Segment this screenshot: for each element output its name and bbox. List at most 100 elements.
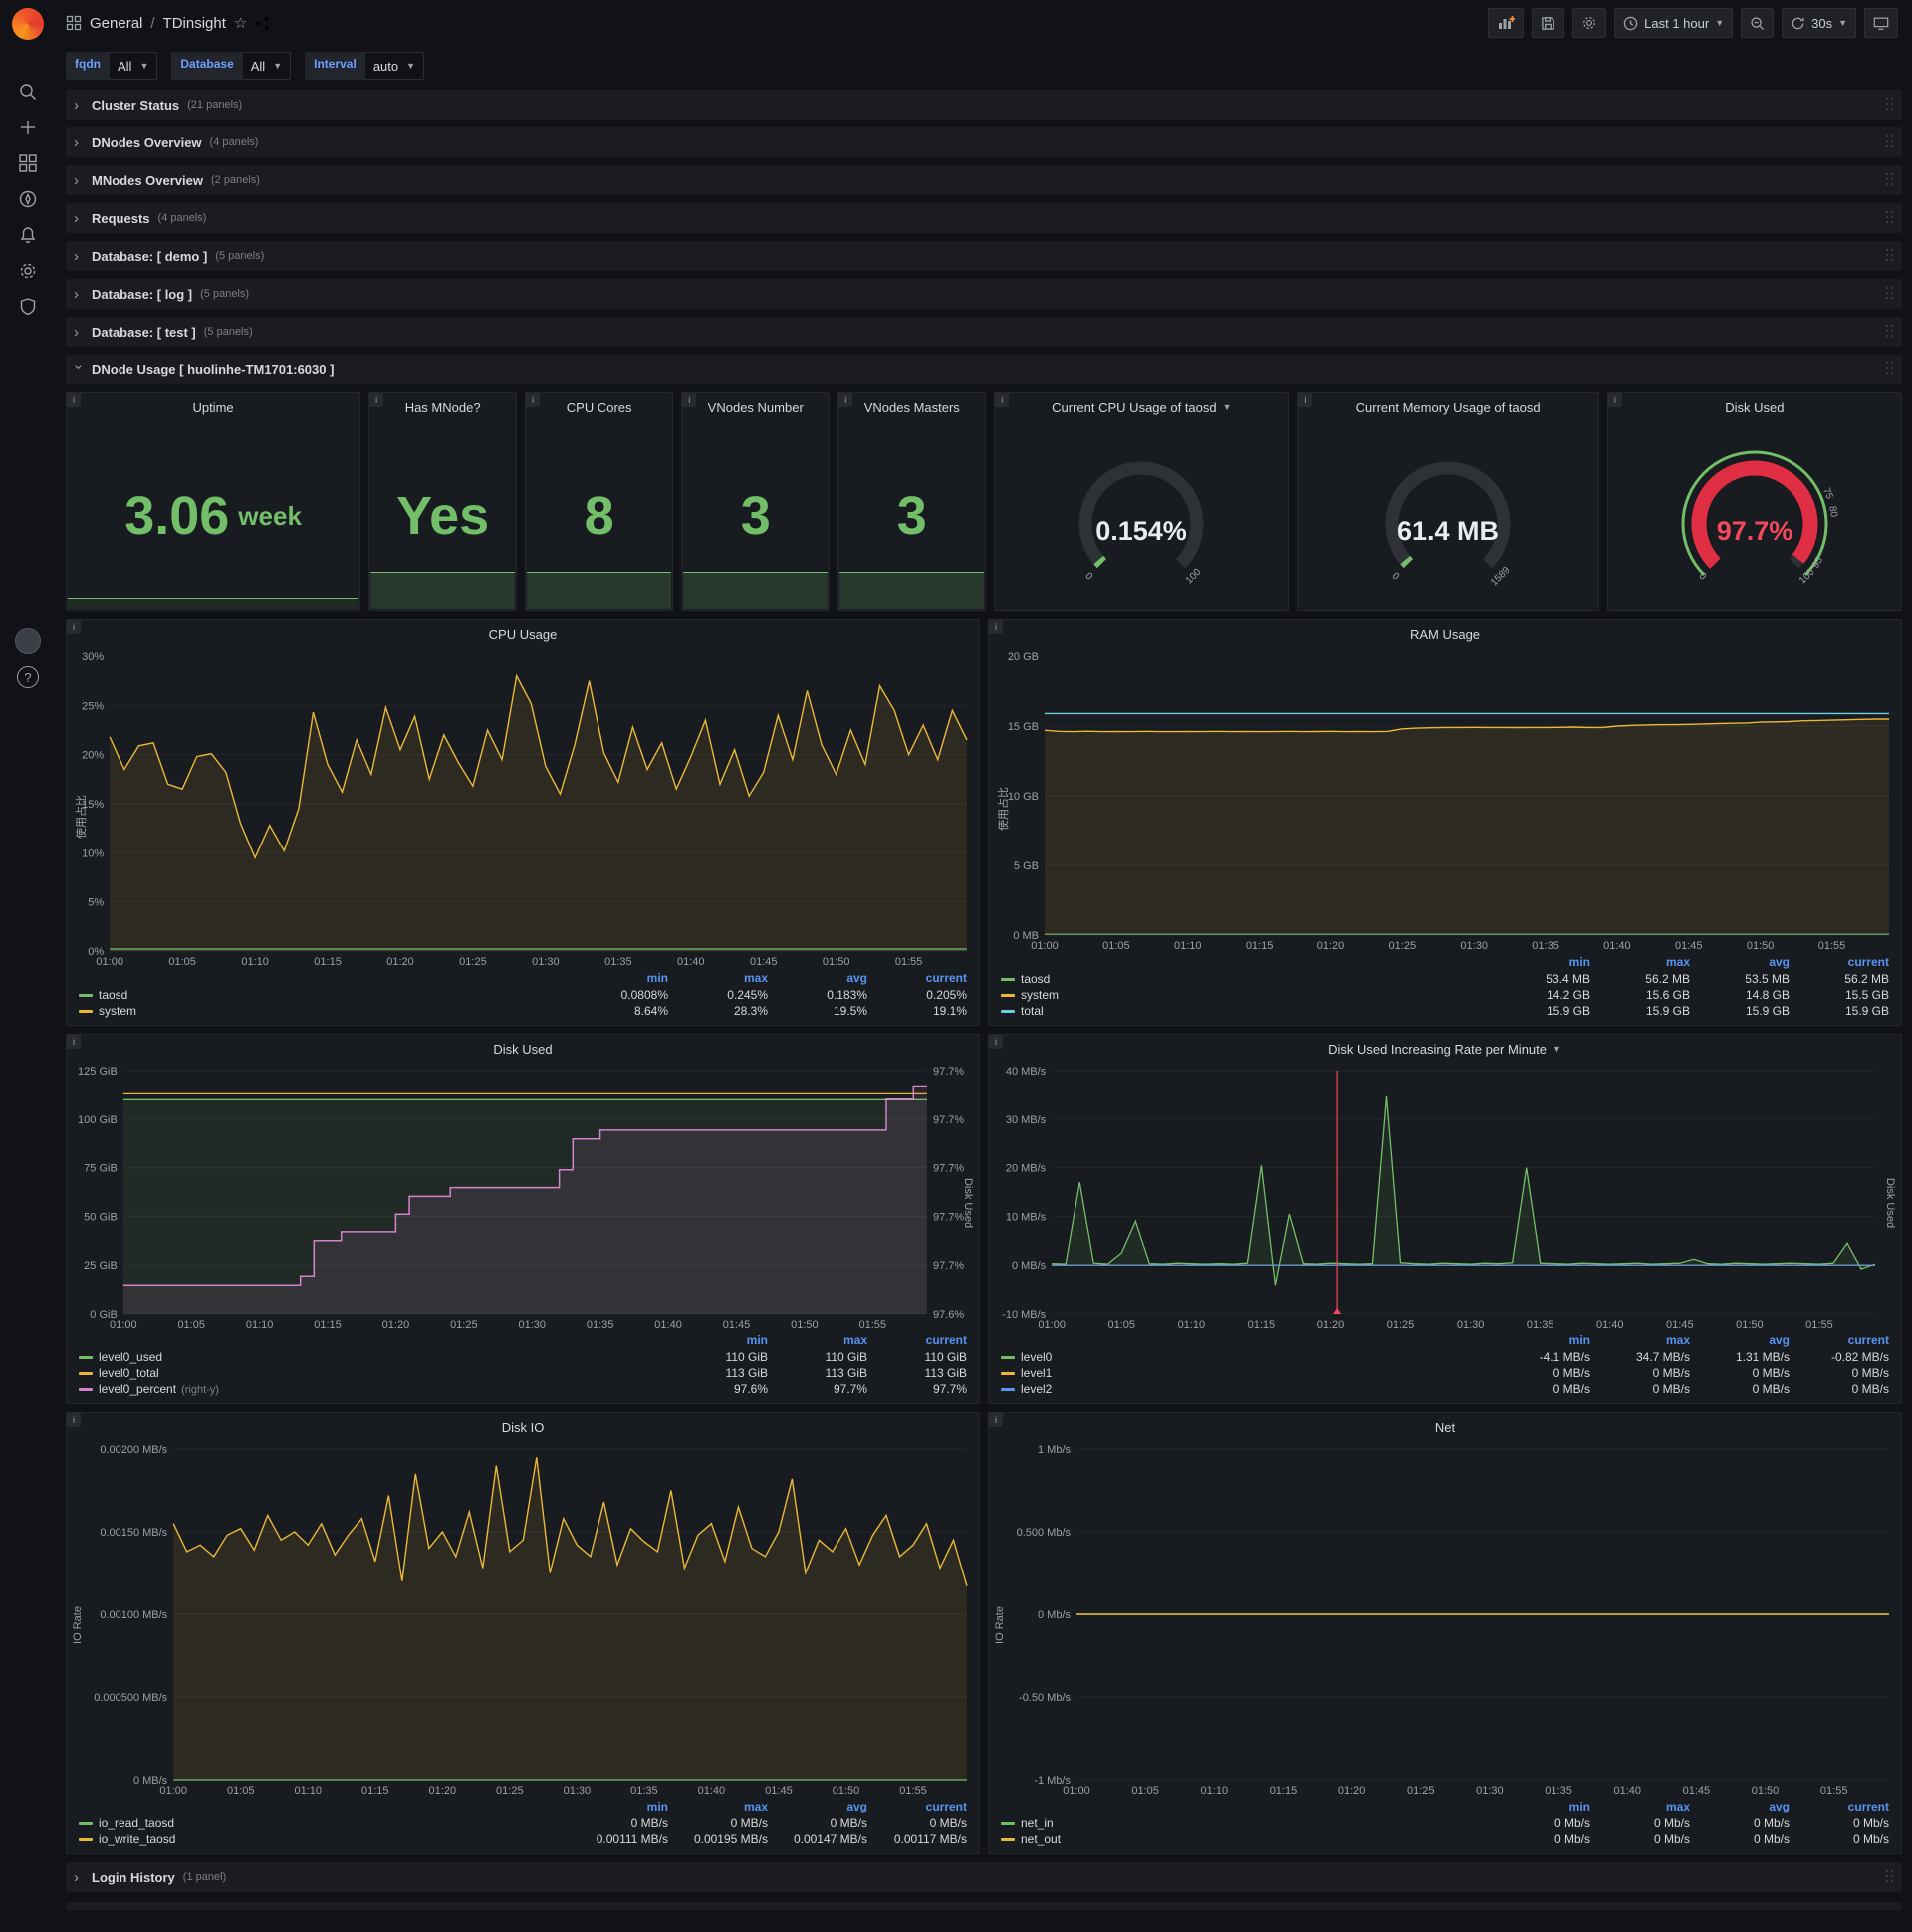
svg-text:01:10: 01:10 [246,1319,274,1330]
legend-row: level2 0 MB/s 0 MB/s 0 MB/s 0 MB/s [997,1381,1893,1397]
panel-title[interactable]: Disk Used [1608,393,1901,421]
configuration-gear-icon[interactable] [10,253,46,289]
row-drag-handle[interactable] [1886,135,1894,149]
explore-compass-icon[interactable] [10,181,46,217]
legend-series-level2[interactable]: level2 [997,1381,1495,1397]
create-plus-icon[interactable] [10,110,46,145]
row-drag-handle[interactable] [1886,1870,1894,1884]
stat-value: 8 [584,486,614,546]
panel-title[interactable]: Has MNode? [369,393,516,421]
row-drag-handle[interactable] [1886,362,1894,376]
row-drag-handle[interactable] [1886,325,1894,339]
info-icon[interactable]: i [838,393,853,407]
variable-fqdn-value[interactable]: All ▼ [110,52,158,80]
add-panel-button[interactable] [1488,8,1525,38]
info-icon[interactable]: i [1607,393,1622,407]
save-dashboard-button[interactable] [1532,8,1565,38]
dashboard-row[interactable]: › Cluster Status (21 panels) [66,90,1902,120]
star-icon[interactable]: ☆ [234,14,247,32]
panel-title[interactable]: Net [989,1413,1901,1441]
svg-text:30 MB/s: 30 MB/s [1006,1114,1047,1126]
row-drag-handle[interactable] [1886,249,1894,263]
legend-value: 110 GiB [924,1350,967,1364]
alerting-bell-icon[interactable] [10,217,46,253]
info-icon[interactable]: i [526,393,541,407]
row-drag-handle[interactable] [1886,173,1894,187]
legend-value: 15.9 GB [1844,1004,1889,1018]
legend-series-io_write_taosd[interactable]: io_write_taosd [75,1831,573,1847]
dashboard-row[interactable]: › Database: [ demo ] (5 panels) [66,241,1902,271]
row-drag-handle[interactable] [1886,98,1894,112]
refresh-button[interactable]: 30s ▼ [1782,8,1856,38]
panel-title[interactable]: Disk IO [67,1413,979,1441]
user-avatar[interactable] [10,623,46,659]
info-icon[interactable]: i [67,1035,81,1049]
legend-series-system[interactable]: system [997,987,1495,1003]
panel-title[interactable]: VNodes Number [682,393,829,421]
variable-database-value[interactable]: All ▼ [242,52,292,80]
panel-title[interactable]: VNodes Masters [838,393,985,421]
panel-title[interactable]: Disk Used Increasing Rate per Minute ▼ [989,1035,1901,1063]
dashboard-row[interactable]: › Database: [ test ] (5 panels) [66,317,1902,347]
dashboard-row[interactable]: › Database: [ log ] (5 panels) [66,279,1902,309]
chevron-right-icon: › [74,96,79,114]
svg-text:125 GiB: 125 GiB [78,1066,118,1078]
info-icon[interactable]: i [995,393,1010,407]
sparkline [839,572,985,609]
legend-series-io_read_taosd[interactable]: io_read_taosd [75,1815,573,1831]
dashboard-settings-button[interactable] [1572,8,1607,38]
legend-series-taosd[interactable]: taosd [997,971,1495,987]
panel-title[interactable]: RAM Usage [989,620,1901,648]
help-icon[interactable]: ? [10,659,46,695]
legend-value: 19.1% [932,1004,967,1018]
sparkline [683,572,829,609]
panel-title[interactable]: CPU Cores [526,393,672,421]
legend-row: level0_total 113 GiB 113 GiB 113 GiB [75,1365,971,1381]
zoom-out-button[interactable] [1741,8,1775,38]
dashboard-row-login-history[interactable]: › Login History (1 panel) [66,1862,1902,1892]
search-icon[interactable] [10,74,46,110]
info-icon[interactable]: i [989,1035,1003,1049]
dashboard-row[interactable]: › Requests (4 panels) [66,203,1902,233]
dashboard-row[interactable]: › MNodes Overview (2 panels) [66,165,1902,195]
panel-title[interactable]: Current Memory Usage of taosd [1298,393,1597,421]
server-admin-shield-icon[interactable] [10,289,46,325]
legend-series-level0[interactable]: level0 [997,1349,1495,1365]
share-icon[interactable] [255,16,270,31]
info-icon[interactable]: i [989,620,1003,634]
info-icon[interactable]: i [989,1413,1003,1427]
legend-series-color [79,1388,93,1392]
legend-series-net_out[interactable]: net_out [997,1831,1495,1847]
legend-series-system[interactable]: system [75,1003,573,1019]
legend-series-level0_used[interactable]: level0_used [75,1349,672,1365]
breadcrumb-section[interactable]: General [90,15,142,32]
dashboard-row-dnode-usage[interactable]: › DNode Usage [ huolinhe-TM1701:6030 ] [66,355,1902,384]
info-icon[interactable]: i [682,393,697,407]
time-range-picker[interactable]: Last 1 hour ▼ [1614,8,1734,38]
legend-series-taosd[interactable]: taosd [75,987,573,1003]
legend-series-total[interactable]: total [997,1003,1495,1019]
panel-title[interactable]: Uptime [67,393,359,421]
panel-title[interactable]: Current CPU Usage of taosd ▼ [995,393,1288,421]
grafana-logo[interactable] [12,8,44,40]
svg-text:50 GiB: 50 GiB [84,1211,118,1223]
info-icon[interactable]: i [67,1413,81,1427]
info-icon[interactable]: i [1298,393,1313,407]
panel-title[interactable]: Disk Used [67,1035,979,1063]
row-drag-handle[interactable] [1886,287,1894,301]
info-icon[interactable]: i [369,393,384,407]
legend-series-net_in[interactable]: net_in [997,1815,1495,1831]
legend-series-level0_percent[interactable]: level0_percent (right-y) [75,1381,672,1397]
chevron-down-icon: ▼ [406,61,416,71]
legend-series-level1[interactable]: level1 [997,1365,1495,1381]
dashboards-icon[interactable] [10,145,46,181]
legend-series-level0_total[interactable]: level0_total [75,1365,672,1381]
cycle-view-mode-button[interactable] [1864,8,1898,38]
panel-title[interactable]: CPU Usage [67,620,979,648]
info-icon[interactable]: i [67,393,81,407]
info-icon[interactable]: i [67,620,81,634]
variable-interval-value[interactable]: auto ▼ [364,52,425,80]
dashboard-title[interactable]: TDinsight [163,15,226,32]
row-drag-handle[interactable] [1886,211,1894,225]
dashboard-row[interactable]: › DNodes Overview (4 panels) [66,127,1902,157]
